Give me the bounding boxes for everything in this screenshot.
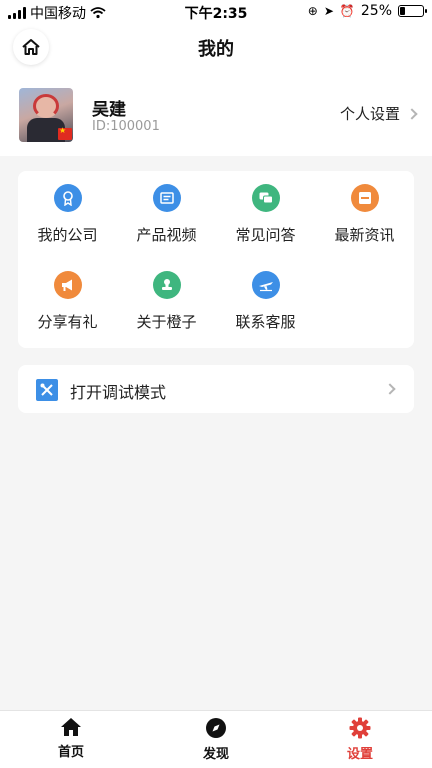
- user-name: 吴建: [92, 100, 126, 120]
- plane-icon: [251, 271, 280, 299]
- home-icon: [61, 718, 81, 736]
- flag-icon: [58, 126, 72, 140]
- grid-item-faq[interactable]: 常见问答: [216, 184, 315, 245]
- debug-mode-label: 打开调试模式: [70, 383, 167, 402]
- megaphone-icon: [53, 271, 82, 299]
- grid-item-label: 最新资讯: [334, 226, 395, 244]
- debug-mode-row[interactable]: 打开调试模式: [18, 365, 414, 413]
- tools-icon: [36, 379, 58, 401]
- video-icon: [152, 184, 181, 212]
- profile-section[interactable]: 吴建 ID:100001 个人设置: [0, 70, 432, 156]
- profile-settings-link[interactable]: 个人设置: [339, 103, 418, 124]
- grid-item-label: 关于橙子: [136, 313, 197, 331]
- grid-item-about[interactable]: 关于橙子: [117, 271, 216, 332]
- profile-settings-label: 个人设置: [339, 105, 400, 123]
- battery-percent: 25%: [360, 3, 392, 19]
- badge-icon: [53, 184, 82, 212]
- grid-item-company[interactable]: 我的公司: [18, 184, 117, 245]
- user-id: ID:100001: [92, 119, 160, 134]
- grid-item-contact[interactable]: 联系客服: [216, 271, 315, 332]
- news-icon: [350, 184, 379, 212]
- tab-settings[interactable]: 设置: [315, 717, 405, 762]
- status-bar: 中国移动 下午2:35 ⊕ ➤ ⏰ 25%: [0, 0, 432, 24]
- grid-item-video[interactable]: 产品视频: [117, 184, 216, 245]
- page-title: 我的: [198, 39, 234, 60]
- header: 我的: [0, 24, 432, 70]
- tab-label: 首页: [57, 745, 84, 760]
- grid-item-label: 分享有礼: [37, 313, 98, 331]
- grid-item-label: 常见问答: [235, 226, 296, 244]
- grid-item-share[interactable]: 分享有礼: [18, 271, 117, 332]
- gear-icon: [349, 717, 371, 739]
- alarm-icon: ⏰: [339, 4, 355, 18]
- battery-icon: [398, 5, 427, 17]
- chevron-right-icon: [406, 107, 418, 120]
- grid-item-label: 产品视频: [136, 226, 197, 244]
- chat-icon: [251, 184, 280, 212]
- tab-label: 发现: [202, 747, 229, 762]
- chevron-right-icon: [384, 383, 396, 395]
- tab-label: 设置: [346, 747, 373, 762]
- grid-item-label: 我的公司: [37, 226, 98, 244]
- tab-home[interactable]: 首页: [26, 717, 116, 760]
- grid-item-news[interactable]: 最新资讯: [315, 184, 414, 245]
- grid-item-label: 联系客服: [235, 313, 296, 331]
- rotation-lock-icon: ⊕: [307, 4, 318, 18]
- stamp-icon: [152, 271, 181, 299]
- location-icon: ➤: [323, 4, 334, 18]
- feature-grid: 我的公司 产品视频 常见问答 最新资讯 分享有礼 关于橙子 联系客服: [18, 171, 414, 348]
- tab-discover[interactable]: 发现: [171, 717, 261, 762]
- tab-bar: 首页 发现 设置: [0, 710, 432, 768]
- status-right: ⊕ ➤ ⏰ 25%: [307, 3, 427, 19]
- compass-icon: [206, 718, 226, 738]
